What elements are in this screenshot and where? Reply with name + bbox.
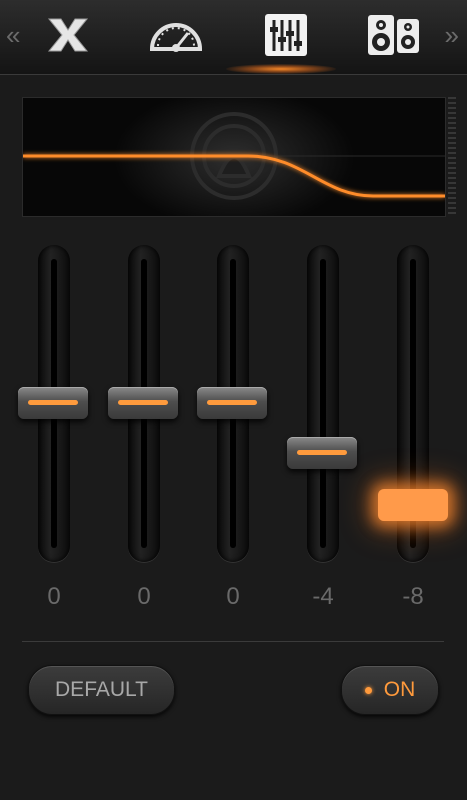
slider-knob[interactable] <box>108 387 178 419</box>
band-value-label: 0 <box>47 583 61 610</box>
slider-knob[interactable] <box>287 437 357 469</box>
slider-knob[interactable] <box>18 387 88 419</box>
eq-band-slider-4[interactable] <box>287 245 357 562</box>
band-value-label: -4 <box>312 583 334 610</box>
slider-knob[interactable] <box>197 387 267 419</box>
eq-curve-graph <box>23 98 445 216</box>
on-toggle-button[interactable]: ON <box>341 665 439 715</box>
previous-chevron-icon[interactable]: « <box>6 20 20 50</box>
on-indicator-dot-icon <box>364 686 372 694</box>
band-value-label: 0 <box>226 583 240 610</box>
eq-band-slider-3[interactable] <box>197 245 267 562</box>
default-button-label: DEFAULT <box>55 678 148 701</box>
eq-band-slider-5[interactable] <box>378 245 448 562</box>
eq-curve-display <box>22 97 446 217</box>
x-logo-icon[interactable] <box>40 12 96 58</box>
divider <box>22 641 444 642</box>
active-tab-indicator <box>226 64 336 74</box>
default-button[interactable]: DEFAULT <box>28 665 175 715</box>
display-scale-marks <box>448 97 456 215</box>
top-nav-bar: « » <box>0 0 467 75</box>
speakers-icon[interactable] <box>366 12 422 58</box>
band-value-label: 0 <box>137 583 151 610</box>
slider-knob-active[interactable] <box>378 489 448 521</box>
equalizer-icon[interactable] <box>258 12 314 58</box>
eq-band-slider-2[interactable] <box>108 245 178 562</box>
speedometer-icon[interactable] <box>148 12 204 58</box>
next-chevron-icon[interactable]: » <box>445 20 459 50</box>
on-button-label: ON <box>383 678 416 701</box>
band-value-label: -8 <box>402 583 424 610</box>
slider-track <box>307 245 339 562</box>
eq-band-slider-1[interactable] <box>18 245 88 562</box>
